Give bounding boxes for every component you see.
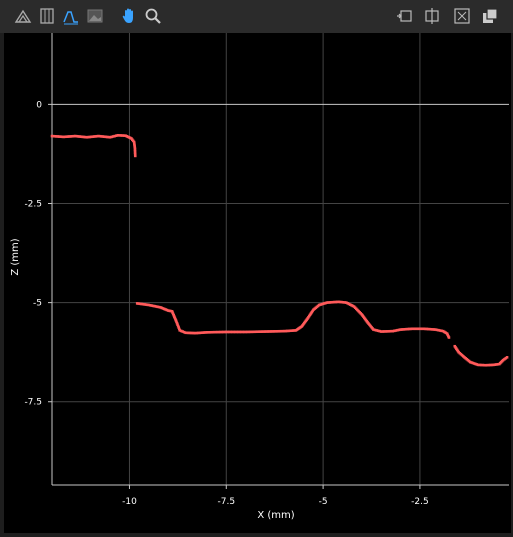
duplicate-window-icon[interactable] bbox=[480, 6, 500, 26]
pan-hand-icon[interactable] bbox=[119, 6, 139, 26]
toolbar bbox=[0, 0, 513, 33]
profile-point bbox=[133, 154, 137, 158]
y-axis-label: Z (mm) bbox=[10, 238, 21, 275]
zoom-icon[interactable] bbox=[143, 6, 163, 26]
x-axis-label: X (mm) bbox=[257, 510, 294, 521]
profile-point bbox=[447, 336, 451, 339]
x-tick-label: -7.5 bbox=[217, 497, 235, 507]
profile-series bbox=[50, 133, 509, 367]
profile-point bbox=[505, 356, 509, 359]
y-tick-label: 0 bbox=[36, 100, 42, 110]
profile-chart[interactable]: -10 -7.5 -5 -2.5 0 -2.5 -5 -7.5 X (mm) Z (mm) bbox=[4, 33, 511, 533]
x-tick-label: -10 bbox=[122, 497, 137, 507]
fit-height-icon[interactable] bbox=[422, 6, 442, 26]
grid bbox=[52, 33, 509, 485]
chart-svg[interactable]: -10 -7.5 -5 -2.5 0 -2.5 -5 -7.5 X (mm) Z (mm) bbox=[4, 33, 511, 533]
fit-width-icon[interactable] bbox=[395, 6, 415, 26]
y-tick-label: -5 bbox=[33, 299, 42, 309]
x-tick-label: -5 bbox=[319, 497, 328, 507]
axes bbox=[51, 33, 509, 486]
fit-all-icon[interactable] bbox=[452, 6, 472, 26]
image-view-icon[interactable] bbox=[85, 6, 105, 26]
profile-3d-icon[interactable] bbox=[13, 6, 33, 26]
column-view-icon[interactable] bbox=[37, 6, 57, 26]
y-tick-label: -7.5 bbox=[24, 398, 42, 408]
x-tick-label: -2.5 bbox=[411, 497, 429, 507]
line-profile-icon[interactable] bbox=[61, 6, 81, 26]
y-tick-label: -2.5 bbox=[24, 199, 42, 209]
